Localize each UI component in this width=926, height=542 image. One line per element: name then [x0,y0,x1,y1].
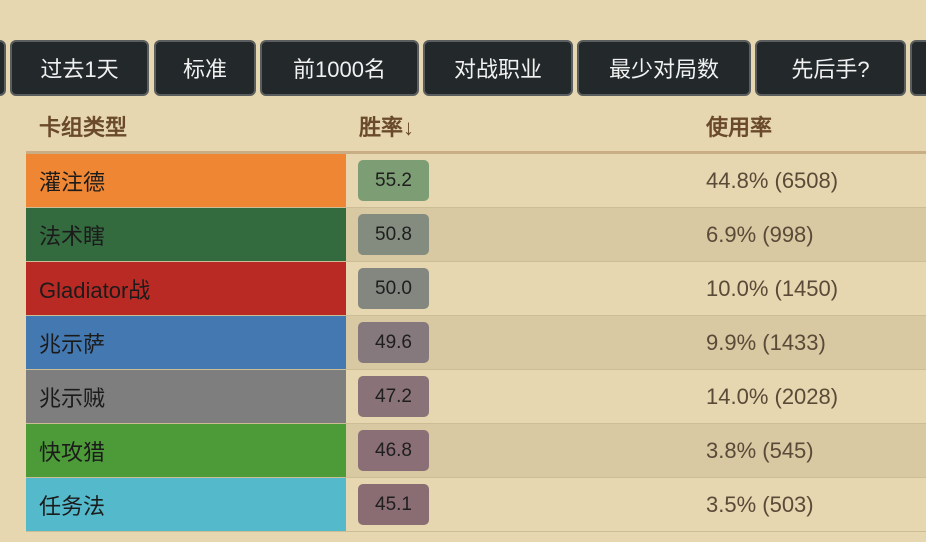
deck-name-cell[interactable]: 兆示贼 [26,370,346,424]
win-rate-badge: 55.2 [358,160,429,201]
deck-name: 任务法 [39,494,106,519]
deck-name: 兆示萨 [39,332,106,357]
filter-first-second-button[interactable]: 先后手? [755,40,906,96]
filter-label: 最少对局数 [608,57,719,82]
filter-label: 前1000名 [293,57,386,82]
win-rate-badge: 49.6 [358,322,429,363]
filter-button-partial-left[interactable] [0,40,6,96]
usage-value: 3.8% (545) [706,438,814,463]
filter-label: 对战职业 [453,57,542,82]
deck-type-header[interactable]: 卡组类型 [39,110,127,142]
row-divider [26,531,926,532]
filter-bar: 过去1天 标准 前1000名 对战职业 最少对局数 先后手? [0,40,926,100]
win-rate-badge: 46.8 [358,430,429,471]
usage-value: 3.5% (503) [706,492,814,517]
win-rate-header[interactable]: 胜率↓ [359,110,414,142]
table-row[interactable]: Gladiator战 50.0 10.0% (1450) [26,262,926,316]
filter-label: 标准 [182,57,227,82]
usage-header[interactable]: 使用率 [706,110,772,142]
usage-value: 6.9% (998) [706,222,814,247]
filter-time-range-button[interactable]: 过去1天 [10,40,149,96]
deck-name: Gladiator战 [39,278,151,303]
win-rate-badge: 45.1 [358,484,429,525]
win-rate-badge: 50.0 [358,268,429,309]
usage-value: 44.8% (6508) [706,168,839,193]
deck-table: 灌注德 55.2 44.8% (6508) 法术瞎 50.8 6.9% (998) Glad… [26,154,926,532]
table-row[interactable]: 兆示贼 47.2 14.0% (2028) [26,370,926,424]
deck-name-cell[interactable]: Gladiator战 [26,262,346,316]
deck-name: 灌注德 [39,170,106,195]
filter-opponent-class-button[interactable]: 对战职业 [423,40,573,96]
usage-value: 14.0% (2028) [706,384,839,409]
usage-value: 9.9% (1433) [706,330,826,355]
table-row[interactable]: 灌注德 55.2 44.8% (6508) [26,154,926,208]
deck-name: 快攻猎 [39,440,106,465]
deck-name-cell[interactable]: 法术瞎 [26,208,346,262]
deck-name-cell[interactable]: 快攻猎 [26,424,346,478]
filter-label: 过去1天 [40,57,119,82]
win-rate-badge: 47.2 [358,376,429,417]
table-row[interactable]: 法术瞎 50.8 6.9% (998) [26,208,926,262]
deck-name: 兆示贼 [39,386,106,411]
table-header: 卡组类型 胜率↓ 使用率 [0,102,926,152]
filter-format-button[interactable]: 标准 [154,40,256,96]
deck-name: 法术瞎 [39,224,106,249]
win-rate-badge: 50.8 [358,214,429,255]
filter-button-partial-right[interactable] [910,40,926,96]
usage-value: 10.0% (1450) [706,276,839,301]
table-row[interactable]: 兆示萨 49.6 9.9% (1433) [26,316,926,370]
deck-name-cell[interactable]: 兆示萨 [26,316,346,370]
filter-min-games-button[interactable]: 最少对局数 [577,40,751,96]
deck-name-cell[interactable]: 灌注德 [26,154,346,208]
table-row[interactable]: 任务法 45.1 3.5% (503) [26,478,926,532]
table-row[interactable]: 快攻猎 46.8 3.8% (545) [26,424,926,478]
filter-label: 先后手? [791,57,870,82]
filter-rank-button[interactable]: 前1000名 [260,40,419,96]
deck-name-cell[interactable]: 任务法 [26,478,346,532]
